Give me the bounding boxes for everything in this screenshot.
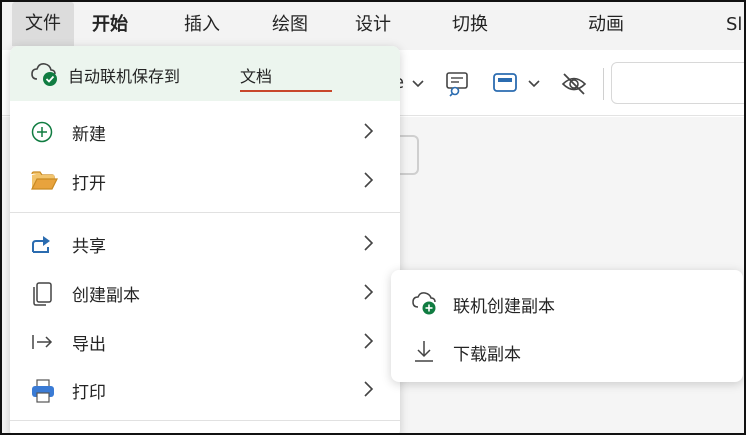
menu-item-share-label: 共享 xyxy=(72,237,106,257)
tab-design[interactable]: 设计 xyxy=(355,10,391,40)
ribbon-tab-bar: 文件 开始 插入 绘图 设计 切换 动画 Sl xyxy=(0,0,746,50)
plus-circle-icon xyxy=(30,120,56,146)
toolbar-input-box[interactable] xyxy=(611,62,746,104)
tab-draw[interactable]: 绘图 xyxy=(272,10,308,40)
autosave-label: 自动联机保存到 xyxy=(68,67,181,86)
tab-file[interactable]: 文件 xyxy=(12,2,74,46)
file-menu: 自动联机保存到 文档 新建 打开 共享 创建副本 导出 打印 xyxy=(10,46,400,435)
menu-item-create-copy[interactable]: 创建副本 xyxy=(10,269,400,317)
submenu-item-online-copy-label: 联机创建副本 xyxy=(453,297,555,317)
tab-transitions[interactable]: 切换 xyxy=(452,10,488,40)
folder-icon xyxy=(30,169,58,195)
cloud-check-icon xyxy=(30,61,60,91)
share-icon xyxy=(30,232,56,258)
tab-insert[interactable]: 插入 xyxy=(184,10,220,40)
download-icon xyxy=(411,338,437,368)
menu-item-create-copy-label: 创建副本 xyxy=(72,286,140,306)
submenu-item-download-copy[interactable]: 下载副本 xyxy=(391,328,743,376)
chevron-right-icon xyxy=(360,171,376,193)
chevron-right-icon xyxy=(360,332,376,354)
submenu-item-online-copy[interactable]: 联机创建副本 xyxy=(391,280,743,328)
autosave-banner[interactable]: 自动联机保存到 文档 xyxy=(10,46,400,101)
chevron-right-icon xyxy=(360,234,376,256)
menu-divider xyxy=(10,420,400,421)
menu-item-print-label: 打印 xyxy=(72,383,106,403)
layout-icon[interactable] xyxy=(492,70,518,100)
tab-animations[interactable]: 动画 xyxy=(588,10,624,40)
chevron-right-icon xyxy=(360,122,376,144)
tab-home[interactable]: 开始 xyxy=(92,10,128,40)
menu-item-export[interactable]: 导出 xyxy=(10,318,400,366)
chevron-right-icon xyxy=(360,283,376,305)
autosave-location[interactable]: 文档 xyxy=(240,63,332,92)
chevron-right-icon xyxy=(360,380,376,402)
menu-divider xyxy=(10,212,400,213)
chevron-down-icon[interactable] xyxy=(526,75,542,95)
menu-item-print[interactable]: 打印 xyxy=(10,366,400,414)
comment-search-icon[interactable] xyxy=(444,70,472,102)
hide-eye-icon[interactable] xyxy=(560,70,588,102)
menu-item-share[interactable]: 共享 xyxy=(10,220,400,268)
submenu-item-download-copy-label: 下载副本 xyxy=(453,345,521,365)
menu-item-open-label: 打开 xyxy=(72,174,106,194)
menu-item-new[interactable]: 新建 xyxy=(10,108,400,156)
copy-icon xyxy=(30,281,56,307)
menu-item-new-label: 新建 xyxy=(72,125,106,145)
chevron-down-icon[interactable] xyxy=(410,75,426,95)
export-icon xyxy=(30,330,56,356)
tab-slideshow[interactable]: Sl xyxy=(726,10,742,40)
menu-item-open[interactable]: 打开 xyxy=(10,157,400,205)
printer-icon xyxy=(30,378,56,404)
menu-item-export-label: 导出 xyxy=(72,335,106,355)
autosave-location-text: 文档 xyxy=(240,67,273,86)
cloud-add-icon xyxy=(411,290,439,320)
toolbar-divider xyxy=(603,68,604,100)
create-copy-submenu: 联机创建副本 下载副本 xyxy=(391,270,743,382)
